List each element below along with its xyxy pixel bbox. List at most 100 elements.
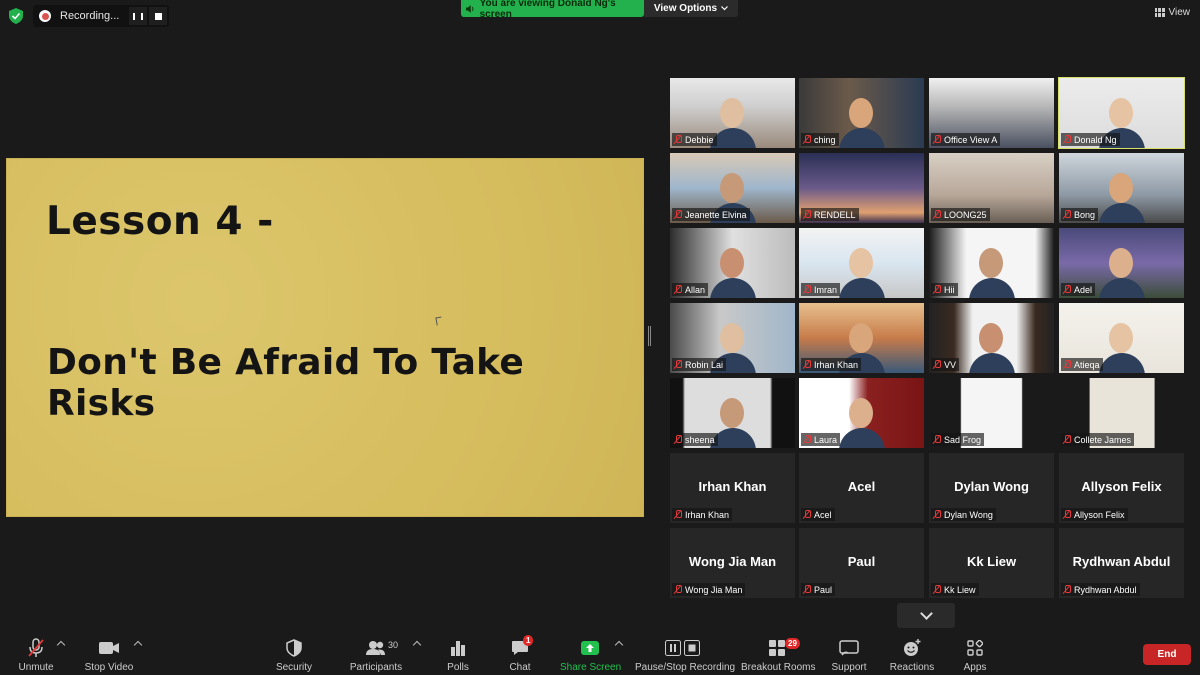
participant-name: Collete James xyxy=(1074,434,1132,445)
participant-name: Debbie xyxy=(685,134,714,145)
participant-name-tag: Acel xyxy=(801,508,835,521)
participant-name-tag: Allyson Felix xyxy=(1061,508,1128,521)
stop-icon xyxy=(684,640,700,656)
chat-button[interactable]: 1 Chat xyxy=(502,635,538,673)
participant-name: ching xyxy=(814,134,836,145)
muted-microphone-icon xyxy=(933,135,941,144)
participant-name: Robin Lai xyxy=(685,359,724,370)
participant-name-tag: Sad Frog xyxy=(931,433,985,446)
participant-tile[interactable]: Office View A xyxy=(929,78,1054,148)
muted-microphone-icon xyxy=(674,285,682,294)
pause-recording-button[interactable] xyxy=(129,7,147,25)
participant-tile[interactable]: RENDELL xyxy=(799,153,924,223)
participant-tile[interactable]: Irhan Khan xyxy=(799,303,924,373)
participant-tile[interactable]: Jeanette Elvina xyxy=(670,153,795,223)
participant-tile[interactable]: ching xyxy=(799,78,924,148)
security-button[interactable]: Security xyxy=(272,638,316,673)
participant-name: Bong xyxy=(1074,209,1096,220)
view-options-button[interactable]: View Options xyxy=(644,0,738,17)
person-head xyxy=(849,98,873,128)
person-head xyxy=(849,398,873,428)
participant-tile[interactable]: Irhan Khan Irhan Khan xyxy=(670,453,795,523)
participant-tile[interactable]: Wong Jia Man Wong Jia Man xyxy=(670,528,795,598)
muted-microphone-icon xyxy=(933,285,941,294)
microphone-muted-icon xyxy=(28,638,44,657)
participant-tile[interactable]: Bong xyxy=(1059,153,1184,223)
view-label: View xyxy=(1168,7,1191,18)
view-button[interactable]: View xyxy=(1154,7,1191,18)
participant-name: Office View A xyxy=(944,134,998,145)
person-head xyxy=(720,248,744,278)
stop-recording-button[interactable] xyxy=(149,7,167,25)
pause-stop-recording-button[interactable]: Pause/Stop Recording xyxy=(635,638,736,673)
apps-button[interactable]: Apps xyxy=(958,638,992,673)
participant-name-tag: Wong Jia Man xyxy=(672,583,746,596)
participant-tile[interactable]: LOONG25 xyxy=(929,153,1054,223)
participant-tile[interactable]: VV xyxy=(929,303,1054,373)
shield-icon[interactable] xyxy=(9,8,23,24)
polls-button[interactable]: Polls xyxy=(440,638,476,673)
muted-microphone-icon xyxy=(674,510,682,519)
audio-options-chevron-icon[interactable] xyxy=(56,640,66,650)
participant-tile[interactable]: Hii xyxy=(929,228,1054,298)
breakout-rooms-button[interactable]: 29 Breakout Rooms xyxy=(741,638,815,673)
unmute-button[interactable]: Unmute xyxy=(14,638,58,673)
participant-name: Atieqa xyxy=(1074,359,1100,370)
participant-name: Dylan Wong xyxy=(944,509,993,520)
participants-button[interactable]: 30 Participants xyxy=(346,638,406,673)
participants-icon xyxy=(366,641,385,655)
participant-tile[interactable]: Collete James xyxy=(1059,378,1184,448)
participant-tile[interactable]: Dylan Wong Dylan Wong xyxy=(929,453,1054,523)
participant-name-tag: LOONG25 xyxy=(931,208,990,221)
participant-tile[interactable]: Acel Acel xyxy=(799,453,924,523)
participant-name-tag: ching xyxy=(801,133,839,146)
participant-name-tag: Irhan Khan xyxy=(801,358,862,371)
participant-tile[interactable]: Imran xyxy=(799,228,924,298)
support-button[interactable]: Support xyxy=(828,638,870,673)
participant-tile[interactable]: Kk Liew Kk Liew xyxy=(929,528,1054,598)
participant-name-tag: Hii xyxy=(931,283,958,296)
muted-microphone-icon xyxy=(803,510,811,519)
participant-tile[interactable]: Adel xyxy=(1059,228,1184,298)
participant-tile[interactable]: Paul Paul xyxy=(799,528,924,598)
end-meeting-button[interactable]: End xyxy=(1143,644,1191,665)
share-screen-button[interactable]: Share Screen xyxy=(560,638,621,673)
expand-gallery-button[interactable] xyxy=(897,603,955,628)
muted-microphone-icon xyxy=(803,210,811,219)
participants-options-chevron-icon[interactable] xyxy=(412,640,422,650)
stop-video-button[interactable]: Stop Video xyxy=(80,638,138,673)
speaker-icon xyxy=(465,4,474,13)
participant-name: RENDELL xyxy=(814,209,856,220)
participant-tile[interactable]: Allyson Felix Allyson Felix xyxy=(1059,453,1184,523)
participant-tile[interactable]: Sad Frog xyxy=(929,378,1054,448)
shield-icon xyxy=(286,639,302,657)
reactions-button[interactable]: Reactions xyxy=(888,638,936,673)
panel-resize-handle[interactable] xyxy=(648,326,651,346)
muted-microphone-icon xyxy=(1063,435,1071,444)
person-head xyxy=(1109,173,1133,203)
chat-label: Chat xyxy=(509,662,531,673)
muted-microphone-icon xyxy=(674,135,682,144)
participant-tile[interactable]: Laura xyxy=(799,378,924,448)
participant-tile[interactable]: Atieqa xyxy=(1059,303,1184,373)
participant-name: Sad Frog xyxy=(944,434,982,445)
participant-name-tag: VV xyxy=(931,358,960,371)
participant-tile[interactable]: Donald Ng xyxy=(1058,77,1185,149)
participant-tile[interactable]: Debbie xyxy=(670,78,795,148)
security-label: Security xyxy=(275,662,313,673)
viewing-text: You are viewing Donald Ng's screen xyxy=(479,0,616,20)
grid-view-icon xyxy=(1154,8,1165,17)
smiley-icon xyxy=(904,639,921,656)
participant-tile[interactable]: Rydhwan Abdul Rydhwan Abdul xyxy=(1059,528,1184,598)
participant-name-tag: Robin Lai xyxy=(672,358,727,371)
person-head xyxy=(720,398,744,428)
participant-tile[interactable]: Allan xyxy=(670,228,795,298)
participant-tile[interactable]: Robin Lai xyxy=(670,303,795,373)
participant-tile[interactable]: sheena xyxy=(670,378,795,448)
participant-name: VV xyxy=(944,359,957,370)
pause-stop-recording-label: Pause/Stop Recording xyxy=(635,662,736,673)
stop-video-label: Stop Video xyxy=(84,662,134,673)
participant-name-tag: sheena xyxy=(672,433,718,446)
participant-name: Jeanette Elvina xyxy=(685,209,747,220)
zoom-meeting-window: Recording... You are viewing Donald Ng's… xyxy=(0,0,1200,675)
